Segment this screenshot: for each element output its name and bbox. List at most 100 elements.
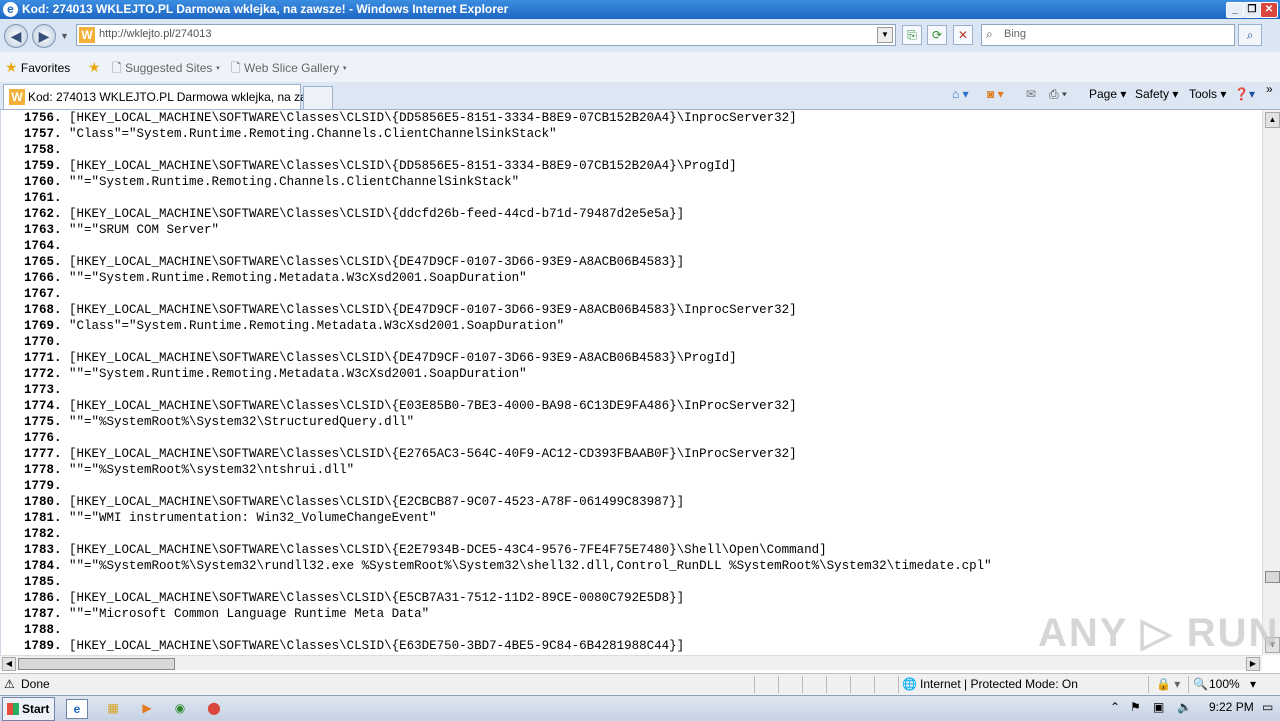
stop-icon[interactable]: ✕ xyxy=(953,25,973,45)
help-icon[interactable]: ❓▾ xyxy=(1234,87,1255,101)
code-line: 1758. xyxy=(24,142,69,158)
code-line: 1762. [HKEY_LOCAL_MACHINE\SOFTWARE\Class… xyxy=(24,206,684,222)
protected-mode-icon[interactable]: 🔒 ▾ xyxy=(1156,677,1180,691)
line-number: 1768. xyxy=(24,303,62,317)
navigation-bar: ◀ ▶ ▼ W http://wklejto.pl/274013 ▼ ⎘ ⟳ ✕… xyxy=(0,19,1280,52)
horizontal-scroll-thumb[interactable] xyxy=(18,658,175,670)
internet-explorer-taskbar-icon[interactable]: e xyxy=(66,699,88,719)
site-favicon-icon: W xyxy=(9,89,25,105)
scroll-left-icon[interactable]: ◀ xyxy=(2,657,16,671)
code-line: 1779. xyxy=(24,478,69,494)
code-line: 1764. xyxy=(24,238,69,254)
favorites-label: Favorites xyxy=(20,61,71,75)
line-text: [HKEY_LOCAL_MACHINE\SOFTWARE\Classes\CLS… xyxy=(69,159,737,173)
address-url[interactable]: http://wklejto.pl/274013 xyxy=(99,28,212,40)
address-bar[interactable]: W http://wklejto.pl/274013 ▼ xyxy=(76,24,896,46)
line-text: [HKEY_LOCAL_MACHINE\SOFTWARE\Classes\CLS… xyxy=(69,303,797,317)
code-line: 1788. xyxy=(24,622,69,638)
scroll-up-icon[interactable]: ▲ xyxy=(1265,112,1280,128)
code-line: 1757. "Class"="System.Runtime.Remoting.C… xyxy=(24,126,557,142)
line-text: [HKEY_LOCAL_MACHINE\SOFTWARE\Classes\CLS… xyxy=(69,351,737,365)
home-icon[interactable]: ⌂ ▾ xyxy=(952,87,969,101)
web-slice-gallery-link[interactable]: 🗋 Web Slice Gallery ▾ xyxy=(231,59,347,80)
line-text: ""="System.Runtime.Remoting.Channels.Cli… xyxy=(69,175,520,189)
address-dropdown-icon[interactable]: ▼ xyxy=(877,27,893,43)
search-button[interactable]: ⌕ xyxy=(1238,24,1262,46)
clock[interactable]: 9:22 PM xyxy=(1209,700,1254,714)
page-icon: 🗋 xyxy=(231,61,241,75)
page-menu[interactable]: Page ▾ xyxy=(1089,87,1126,101)
line-number: 1779. xyxy=(24,479,62,493)
line-number: 1780. xyxy=(24,495,62,509)
paste-content: 1756. [HKEY_LOCAL_MACHINE\SOFTWARE\Class… xyxy=(0,110,1263,655)
horizontal-scrollbar[interactable]: ◀ ▶ xyxy=(0,655,1262,671)
line-text: ""="Microsoft Common Language Runtime Me… xyxy=(69,607,430,621)
line-text: [HKEY_LOCAL_MACHINE\SOFTWARE\Classes\CLS… xyxy=(69,255,685,269)
feeds-icon[interactable]: ◙ ▾ xyxy=(987,87,1004,101)
back-button[interactable]: ◀ xyxy=(4,24,28,48)
file-explorer-icon[interactable]: ▦ xyxy=(103,699,123,717)
favorites-star-icon: ★ xyxy=(5,59,18,75)
zoom-dropdown-icon[interactable]: ▾ xyxy=(1250,677,1256,691)
line-text: [HKEY_LOCAL_MACHINE\SOFTWARE\Classes\CLS… xyxy=(69,543,827,557)
vertical-scrollbar[interactable]: ▲ ▼ xyxy=(1262,110,1280,655)
start-label: Start xyxy=(22,702,50,716)
refresh-icon[interactable]: ⟳ xyxy=(927,25,947,45)
code-line: 1767. xyxy=(24,286,69,302)
minimize-button[interactable]: _ xyxy=(1226,2,1244,18)
history-dropdown-icon[interactable]: ▼ xyxy=(60,31,69,41)
network-icon[interactable]: ▣ xyxy=(1153,700,1164,714)
scroll-right-icon[interactable]: ▶ xyxy=(1246,657,1260,671)
code-line: 1766. ""="System.Runtime.Remoting.Metada… xyxy=(24,270,527,286)
code-line: 1756. [HKEY_LOCAL_MACHINE\SOFTWARE\Class… xyxy=(24,110,797,126)
action-center-flag-icon[interactable]: ⚑ xyxy=(1130,700,1141,714)
tab-current[interactable]: W Kod: 274013 WKLEJTO.PL Darmowa wklejka… xyxy=(3,84,331,109)
zoom-icon: 🔍 xyxy=(1193,677,1208,691)
line-number: 1765. xyxy=(24,255,62,269)
code-line: 1768. [HKEY_LOCAL_MACHINE\SOFTWARE\Class… xyxy=(24,302,797,318)
new-tab-button[interactable] xyxy=(303,86,333,110)
close-window-button[interactable]: ✕ xyxy=(1260,2,1278,18)
media-player-icon[interactable]: ▶ xyxy=(137,699,157,717)
vertical-scroll-thumb[interactable] xyxy=(1265,571,1280,583)
forward-button[interactable]: ▶ xyxy=(32,24,56,48)
volume-icon[interactable]: 🔈 xyxy=(1177,700,1192,714)
security-app-icon[interactable]: ⬤ xyxy=(204,699,224,717)
code-line: 1769. "Class"="System.Runtime.Remoting.M… xyxy=(24,318,564,334)
tools-menu[interactable]: Tools ▾ xyxy=(1189,87,1226,101)
code-line: 1776. xyxy=(24,430,69,446)
line-number: 1773. xyxy=(24,383,62,397)
internet-zone-icon: 🌐 xyxy=(902,677,917,691)
chrome-icon[interactable]: ◉ xyxy=(170,699,190,717)
favorites-button[interactable]: ★ Favorites xyxy=(5,59,70,76)
line-text: [HKEY_LOCAL_MACHINE\SOFTWARE\Classes\CLS… xyxy=(69,639,685,653)
search-box[interactable]: ⌕ Bing xyxy=(981,24,1235,46)
start-button[interactable]: Start xyxy=(2,697,55,721)
zoom-level[interactable]: 100% xyxy=(1209,677,1240,691)
line-number: 1786. xyxy=(24,591,62,605)
line-text: ""="%SystemRoot%\System32\rundll32.exe %… xyxy=(69,559,992,573)
show-desktop-icon[interactable]: ▭ xyxy=(1262,700,1273,714)
taskbar: Start e ▦ ▶ ◉ ⬤ ⌃ ⚑ ▣ 🔈 9:22 PM ▭ xyxy=(0,695,1280,721)
line-number: 1761. xyxy=(24,191,62,205)
add-to-favorites-bar-icon[interactable]: ★ xyxy=(88,59,101,76)
suggested-sites-link[interactable]: 🗋 Suggested Sites ▾ xyxy=(112,59,220,80)
window-title: Kod: 274013 WKLEJTO.PL Darmowa wklejka, … xyxy=(22,2,509,16)
code-line: 1771. [HKEY_LOCAL_MACHINE\SOFTWARE\Class… xyxy=(24,350,737,366)
show-hidden-icons[interactable]: ⌃ xyxy=(1110,700,1120,714)
page-icon: 🗋 xyxy=(112,61,122,75)
compatibility-view-icon[interactable]: ⎘ xyxy=(902,25,922,45)
restore-button[interactable]: ❐ xyxy=(1243,2,1261,18)
code-line: 1774. [HKEY_LOCAL_MACHINE\SOFTWARE\Class… xyxy=(24,398,797,414)
code-line: 1781. ""="WMI instrumentation: Win32_Vol… xyxy=(24,510,437,526)
code-line: 1780. [HKEY_LOCAL_MACHINE\SOFTWARE\Class… xyxy=(24,494,684,510)
code-line: 1782. xyxy=(24,526,69,542)
more-chevron-icon[interactable]: » xyxy=(1266,82,1273,96)
search-placeholder[interactable]: Bing xyxy=(1004,28,1026,40)
tab-bar: W Kod: 274013 WKLEJTO.PL Darmowa wklejka… xyxy=(0,82,1280,110)
internet-explorer-icon: e xyxy=(3,2,18,17)
print-icon[interactable]: ⎙ ▾ xyxy=(1049,87,1067,102)
read-mail-icon[interactable]: ✉ xyxy=(1026,87,1036,101)
security-zone[interactable]: Internet | Protected Mode: On xyxy=(920,677,1078,691)
safety-menu[interactable]: Safety ▾ xyxy=(1135,87,1178,101)
